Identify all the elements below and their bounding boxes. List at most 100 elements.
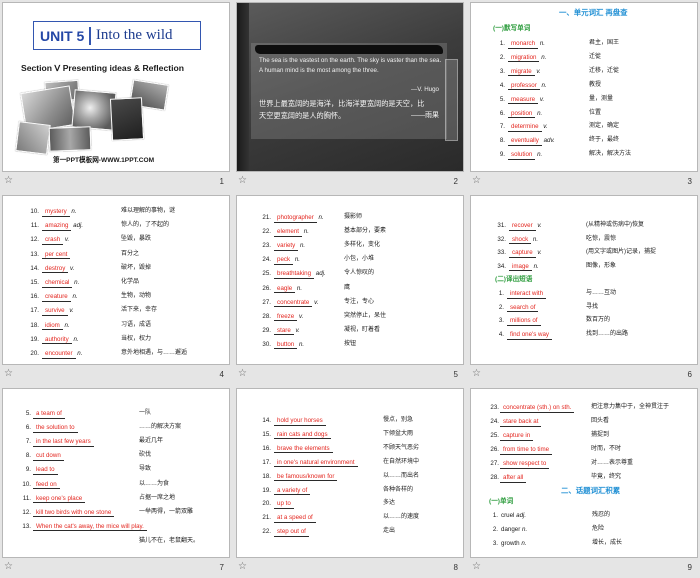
list-item: 7. in the last few years 最近几年: [3, 437, 229, 447]
star-icon[interactable]: [238, 367, 247, 381]
section-title: Section Ⅴ Presenting ideas & Reflection: [21, 63, 184, 73]
star-icon[interactable]: [4, 367, 13, 381]
star-icon[interactable]: [472, 560, 481, 574]
term-answer: destroy: [42, 265, 69, 274]
list-item: 21. at a speed of 以……的速度: [237, 513, 463, 523]
slide-5[interactable]: 21. photographer n. 摄影师 22. element n. 基本部分，要…: [236, 195, 464, 365]
term-group: breathtaking adj.: [274, 269, 326, 279]
term-group: creature n.: [42, 292, 78, 302]
list-item: 6. the solution to ……的解决方案: [3, 423, 229, 433]
term-answer: When the cat's away, the mice will play.: [33, 523, 147, 532]
part-of-speech: v.: [295, 326, 300, 334]
part-of-speech: n.: [539, 40, 545, 47]
term-answer: up to: [274, 500, 294, 509]
list-item: 15. chemical n. 化学品: [3, 278, 229, 288]
list-item: 26. eagle n. 鹰: [237, 284, 463, 293]
item-number: 20.: [262, 500, 271, 508]
list-item: 10. feed on 以……为食: [3, 480, 229, 489]
list-item: 1. monarch n. 君主，国王: [471, 39, 697, 49]
meaning-text: 基本部分，要素: [344, 228, 387, 235]
slide-9[interactable]: 23. concentrate (sth.) on sth. 把注意力集中于，全神贯…: [470, 388, 698, 558]
slide-thumbnail-6[interactable]: 31. recover v. (从精神或伤病中)恢复 32. shock n. 吃惊，震惊…: [468, 193, 700, 385]
meaning-text: 走出: [383, 528, 396, 535]
item-number: 16.: [262, 444, 271, 452]
star-icon[interactable]: [238, 174, 247, 188]
meaning-text: ……的解决方案: [139, 424, 182, 431]
item-number: 13.: [30, 250, 39, 258]
slide-thumbnail-5[interactable]: 21. photographer n. 摄影师 22. element n. 基本部分，要…: [234, 193, 466, 385]
part-of-speech: adj.: [73, 222, 84, 230]
slide-footer: 5: [236, 366, 464, 383]
slide-2[interactable]: The sea is the vastest on the earth. The…: [236, 2, 464, 172]
list-item: 9. solution n. 解决，解决方法: [471, 150, 697, 160]
list-item: 5. a team of 一队: [3, 409, 229, 419]
meaning-text: 难以理解的事物，谜: [121, 208, 176, 214]
slide-thumbnail-9[interactable]: 23. concentrate (sth.) on sth. 把注意力集中于，全神贯…: [468, 386, 700, 578]
meaning-text: 数百万的: [586, 317, 611, 324]
term-group: variety n.: [274, 241, 305, 251]
term-group: amazing adj.: [42, 221, 83, 231]
list-item: 20. encounter n. 意外地相遇，与……邂逅: [3, 349, 229, 359]
meaning-text: 习语，成语: [121, 321, 152, 328]
slide-footer: 3: [470, 173, 698, 190]
slide-number: 9: [687, 563, 692, 572]
term-answer: button: [274, 341, 298, 350]
list-item: 20. up to 多达: [237, 499, 463, 509]
part-of-speech: n.: [522, 526, 528, 533]
part-of-speech: v.: [314, 298, 319, 306]
item-number: 11.: [30, 222, 39, 230]
item-number: 26.: [262, 284, 271, 292]
star-icon[interactable]: [4, 174, 13, 188]
slide-4[interactable]: 10. mystery n. 难以理解的事物，谜 11. amazing adj. 惊人的…: [2, 195, 230, 365]
star-icon[interactable]: [472, 174, 481, 188]
item-number: 19.: [30, 335, 39, 343]
slide-footer: 1: [2, 173, 230, 190]
term-group: keep one's place: [33, 494, 86, 504]
slide-1[interactable]: UNIT 5 Into the wild Section Ⅴ Presentin…: [2, 2, 230, 172]
list-item: 24. peck n. 小包，小堆: [237, 255, 463, 265]
meaning-text: 意外地相遇，与……邂逅: [121, 350, 188, 356]
list-item: 19. authority n. 当权，权力: [3, 335, 229, 345]
list-item: 16. creature n. 生物，动物: [3, 292, 229, 302]
item-number: 3.: [492, 540, 498, 547]
slide-thumbnail-4[interactable]: 10. mystery n. 难以理解的事物，谜 11. amazing adj. 惊人的…: [0, 193, 232, 385]
slide-thumbnail-7[interactable]: 5. a team of 一队 6. the solution to ……的解决方案 7. i…: [0, 386, 232, 578]
term-answer: chemical: [42, 279, 73, 288]
term-group: kill two birds with one stone: [33, 508, 115, 518]
slide-thumbnail-3[interactable]: 一、单元词汇 再盘查 (一)默写单词 1. monarch n. 君主，国王 2. mi…: [468, 0, 700, 192]
term-answer: a team of: [33, 410, 65, 419]
slide-thumbnail-1[interactable]: UNIT 5 Into the wild Section Ⅴ Presentin…: [0, 0, 232, 192]
part-of-speech: v.: [543, 123, 548, 131]
slide-footer: 8: [236, 559, 464, 576]
list-item: 23. variety n. 多样化，变化: [237, 241, 463, 251]
list-item: 1. interact with 与……互动: [471, 289, 697, 299]
slide-thumbnail-2[interactable]: The sea is the vastest on the earth. The…: [234, 0, 466, 192]
term-group: hold your horses: [274, 416, 326, 426]
part-of-speech: n.: [72, 293, 78, 301]
slide-8[interactable]: 14. hold your horses 慢点，别急 15. rain cats and…: [236, 388, 464, 558]
list-item: 17. survive v. 活下来，幸存: [3, 306, 229, 316]
list-item: 12. crash v. 坠毁，暴跌: [3, 235, 229, 245]
list-item: 11. amazing adj. 惊人的，了不起的: [3, 221, 229, 231]
item-number: 3.: [499, 67, 505, 75]
slide-7[interactable]: 5. a team of 一队 6. the solution to ……的解决方案 7. i…: [2, 388, 230, 558]
term-group: danger n.: [501, 525, 527, 534]
part-of-speech: v.: [64, 236, 70, 244]
slide-6[interactable]: 31. recover v. (从精神或伤病中)恢复 32. shock n. 吃惊，震惊…: [470, 195, 698, 365]
slide-thumbnail-8[interactable]: 14. hold your horses 慢点，别急 15. rain cats and…: [234, 386, 466, 578]
term-group: solution n.: [508, 150, 542, 160]
meaning-text: 迁移，迁徙: [589, 67, 620, 74]
item-number: 10.: [22, 480, 31, 488]
item-number: 3.: [498, 317, 504, 325]
list-item: 22. step out of 走出: [237, 527, 463, 537]
star-icon[interactable]: [238, 560, 247, 574]
term-group: growth n.: [501, 539, 526, 548]
term-group: freeze v.: [274, 312, 303, 322]
slide-3[interactable]: 一、单元词汇 再盘查 (一)默写单词 1. monarch n. 君主，国王 2. mi…: [470, 2, 698, 172]
term-group: brave the elements: [274, 444, 333, 454]
item-number: 17.: [30, 307, 39, 315]
star-icon[interactable]: [4, 560, 13, 574]
part-of-speech: n.: [318, 214, 324, 221]
part-of-speech: n.: [521, 540, 527, 547]
star-icon[interactable]: [472, 367, 481, 381]
